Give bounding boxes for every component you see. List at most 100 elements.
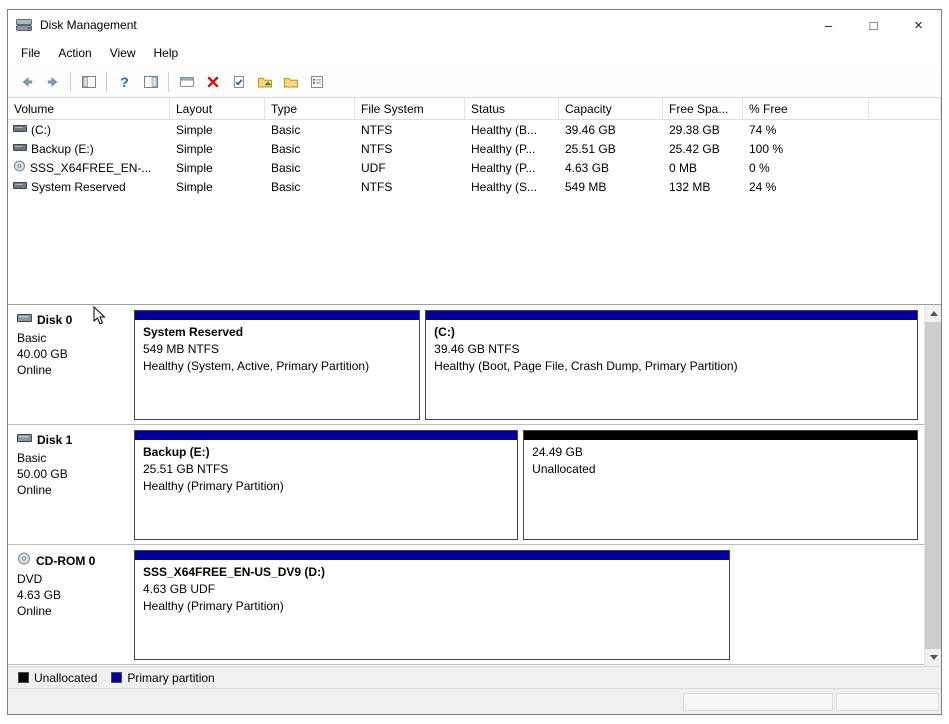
disk-kind: Basic [17,330,126,346]
partition-status: Healthy (Primary Partition) [143,478,509,495]
back-icon[interactable] [14,69,39,94]
legend-unallocated: Unallocated [18,671,97,685]
legend-primary-partition: Primary partition [111,671,214,685]
drive-icon [13,180,27,194]
status-bar [8,688,941,714]
show-console-tree-icon[interactable] [76,69,101,94]
table-row-volume-system-reserved[interactable]: System Reserved Simple Basic NTFS Health… [8,177,941,196]
check-icon[interactable] [226,69,251,94]
table-row-volume-backup[interactable]: Backup (E:) Simple Basic NTFS Healthy (P… [8,139,941,158]
disk-size: 50.00 GB [17,466,126,482]
partition-size: 549 MB NTFS [143,341,411,358]
cd-icon [13,160,26,175]
menu-bar: File Action View Help [8,40,941,66]
partition-color-band [135,551,729,560]
delete-icon[interactable] [200,69,225,94]
partition-status: Unallocated [532,461,909,478]
partition-c[interactable]: (C:) 39.46 GB NTFS Healthy (Boot, Page F… [425,310,918,420]
disk-row-1: Disk 1 Basic 50.00 GB Online Backup (E:)… [8,425,924,545]
partition-size: 39.46 GB NTFS [434,341,909,358]
vertical-scrollbar[interactable] [924,305,941,666]
window-title: Disk Management [40,18,806,32]
drive-icon [13,142,27,156]
status-pane [683,693,833,711]
disk-size: 4.63 GB [17,587,126,603]
disk-size: 40.00 GB [17,346,126,362]
menu-file[interactable]: File [12,42,49,64]
volume-list-pane: Volume Layout Type File System Status Ca… [8,98,941,304]
partition-status: Healthy (Primary Partition) [143,598,721,615]
table-row-volume-dvd[interactable]: SSS_X64FREE_EN-... Simple Basic UDF Heal… [8,158,941,177]
primary-partition-swatch [111,672,122,683]
menu-action[interactable]: Action [49,42,100,64]
cdrom0-partitions: SSS_X64FREE_EN-US_DV9 (D:) 4.63 GB UDF H… [130,550,921,660]
column-header-free-space[interactable]: Free Spa... [663,98,743,120]
disk-row-cdrom-0: CD-ROM 0 DVD 4.63 GB Online SSS_X64FREE_… [8,545,924,665]
column-header-capacity[interactable]: Capacity [559,98,663,120]
column-header-volume[interactable]: Volume [8,98,170,120]
scrollbar-thumb[interactable] [925,322,941,649]
minimize-button[interactable]: – [806,10,851,40]
forward-icon[interactable] [40,69,65,94]
partition-dvd-d[interactable]: SSS_X64FREE_EN-US_DV9 (D:) 4.63 GB UDF H… [134,550,730,660]
disk-row-0: Disk 0 Basic 40.00 GB Online System Rese… [8,305,924,425]
table-row-volume-c[interactable]: (C:) Simple Basic NTFS Healthy (B... 39.… [8,120,941,139]
volume-table-header: Volume Layout Type File System Status Ca… [8,98,941,120]
show-action-pane-icon[interactable] [138,69,163,94]
disk-status: Online [17,603,126,619]
column-header-file-system[interactable]: File System [355,98,465,120]
disk-icon [17,432,32,448]
partition-title: SSS_X64FREE_EN-US_DV9 (D:) [143,564,721,581]
partition-title: Backup (E:) [143,444,509,461]
drive-icon [13,123,27,137]
disk-management-window: Disk Management – □ × File Action View H… [7,9,942,715]
partition-unallocated[interactable]: 24.49 GB Unallocated [523,430,918,540]
column-header-status[interactable]: Status [465,98,559,120]
scroll-down-icon[interactable] [925,649,941,666]
properties-icon[interactable] [304,69,329,94]
partition-status: Healthy (System, Active, Primary Partiti… [143,358,411,375]
disk-name: CD-ROM 0 [36,553,95,569]
column-header-pct-free[interactable]: % Free [743,98,869,120]
toolbar-separator [106,72,107,92]
disk0-partitions: System Reserved 549 MB NTFS Healthy (Sys… [130,310,921,420]
disk-icon [17,312,32,328]
partition-size: 24.49 GB [532,444,909,461]
unallocated-swatch [18,672,29,683]
dialog-icon[interactable] [174,69,199,94]
status-pane [836,693,939,711]
toolbar-separator [70,72,71,92]
title-bar[interactable]: Disk Management – □ × [8,10,941,40]
close-button[interactable]: × [896,10,941,40]
partition-color-band [426,311,917,320]
column-header-type[interactable]: Type [265,98,355,120]
toolbar-separator [168,72,169,92]
cdrom-icon [17,552,31,569]
partition-backup-e[interactable]: Backup (E:) 25.51 GB NTFS Healthy (Prima… [134,430,518,540]
column-header-layout[interactable]: Layout [170,98,265,120]
folder-icon[interactable] [278,69,303,94]
maximize-button[interactable]: □ [851,10,896,40]
partition-color-band [135,311,419,320]
disk-status: Online [17,482,126,498]
partition-system-reserved[interactable]: System Reserved 549 MB NTFS Healthy (Sys… [134,310,420,420]
folder-up-icon[interactable] [252,69,277,94]
partition-title: (C:) [434,324,909,341]
column-header-blank [869,98,941,120]
partition-size: 4.63 GB UDF [143,581,721,598]
help-icon[interactable]: ? [112,69,137,94]
disk-management-app-icon [16,17,34,33]
graphical-view-pane: Disk 0 Basic 40.00 GB Online System Rese… [8,304,941,666]
menu-view[interactable]: View [101,42,145,64]
disk-rows: Disk 0 Basic 40.00 GB Online System Rese… [8,305,924,666]
toolbar: ? [8,66,941,98]
menu-help[interactable]: Help [145,42,188,64]
disk1-partitions: Backup (E:) 25.51 GB NTFS Healthy (Prima… [130,430,921,540]
partition-size: 25.51 GB NTFS [143,461,509,478]
scroll-up-icon[interactable] [925,305,941,322]
disk0-label-panel[interactable]: Disk 0 Basic 40.00 GB Online [8,310,130,420]
disk-kind: DVD [17,571,126,587]
cdrom0-label-panel[interactable]: CD-ROM 0 DVD 4.63 GB Online [8,550,130,660]
disk-kind: Basic [17,450,126,466]
disk1-label-panel[interactable]: Disk 1 Basic 50.00 GB Online [8,430,130,540]
